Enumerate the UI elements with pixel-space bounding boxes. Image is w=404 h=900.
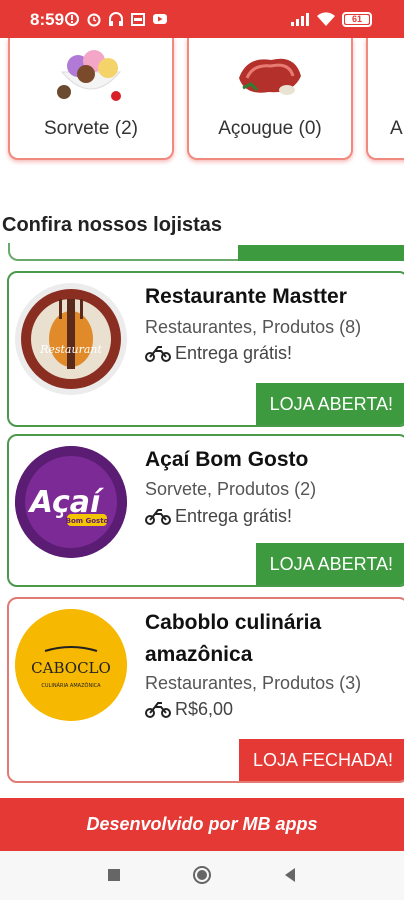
store-status-badge: LOJA FECHADA! bbox=[238, 739, 404, 781]
store-delivery-text: Entrega grátis! bbox=[175, 506, 293, 526]
store-card-partial[interactable] bbox=[8, 243, 404, 261]
store-status-badge bbox=[238, 245, 404, 261]
store-status-badge: LOJA ABERTA! bbox=[255, 543, 404, 585]
motorcycle-icon bbox=[145, 345, 171, 362]
store-delivery: Entrega grátis! bbox=[145, 506, 292, 527]
alert-badge-icon bbox=[65, 12, 79, 26]
store-delivery: Entrega grátis! bbox=[145, 343, 292, 364]
category-card-partial[interactable]: A bbox=[366, 38, 404, 160]
store-card[interactable]: Açaí Bom Gosto Açaí Bom Gosto Sorvete, P… bbox=[7, 434, 404, 587]
headphones-icon bbox=[109, 12, 123, 26]
status-time: 8:59 bbox=[30, 10, 65, 29]
category-card-acougue[interactable]: Açougue (0) bbox=[187, 38, 353, 160]
alarm-icon bbox=[87, 13, 101, 27]
store-name: Açaí Bom Gosto bbox=[145, 448, 309, 471]
store-logo-subtext: CULINÁRIA AMAZÔNICA bbox=[41, 682, 101, 689]
store-name: Restaurante Mastter bbox=[145, 285, 347, 308]
system-nav-bar bbox=[0, 851, 404, 900]
wifi-icon bbox=[317, 12, 335, 26]
footer-credits: Desenvolvido por MB apps bbox=[0, 798, 404, 851]
store-card[interactable]: Restaurant Restaurante Mastter Restauran… bbox=[7, 271, 404, 427]
store-delivery: R$6,00 bbox=[145, 699, 233, 720]
store-categories: Restaurantes, Produtos (8) bbox=[145, 317, 362, 337]
store-logo: Açaí Bom Gosto bbox=[15, 446, 127, 558]
store-status-badge: LOJA ABERTA! bbox=[255, 383, 404, 425]
meat-icon bbox=[239, 58, 301, 95]
store-logo-text: CABOCLO bbox=[31, 659, 111, 677]
store-categories: Restaurantes, Produtos (3) bbox=[145, 673, 362, 693]
motorcycle-icon bbox=[145, 701, 171, 718]
store-name: Caboblo culinária amazônica bbox=[145, 611, 322, 666]
store-logo-subtext: Bom Gosto bbox=[66, 517, 109, 525]
store-logo: Restaurant bbox=[15, 283, 127, 395]
category-carousel[interactable]: Sorvete (2) Açougue (0) A bbox=[0, 38, 404, 170]
store-logo-text: Restaurant bbox=[39, 343, 102, 356]
signal-icon bbox=[291, 13, 309, 26]
battery-level: 61 bbox=[351, 13, 362, 24]
motorcycle-icon bbox=[145, 508, 171, 525]
back-button[interactable] bbox=[280, 865, 300, 885]
category-label: Açougue (0) bbox=[218, 118, 322, 139]
category-card-sorvete[interactable]: Sorvete (2) bbox=[8, 38, 174, 160]
status-bar: 8:59 61 bbox=[0, 0, 404, 38]
store-delivery-text: Entrega grátis! bbox=[175, 343, 293, 363]
recents-button[interactable] bbox=[104, 865, 124, 885]
store-card[interactable]: CABOCLO CULINÁRIA AMAZÔNICA Caboblo culi… bbox=[7, 597, 404, 783]
category-label: A bbox=[390, 118, 403, 139]
store-logo: CABOCLO CULINÁRIA AMAZÔNICA bbox=[15, 609, 127, 721]
section-title: Confira nossos lojistas bbox=[2, 214, 223, 236]
battery-icon: 61 bbox=[342, 11, 372, 27]
youtube-icon bbox=[153, 14, 167, 24]
store-categories: Sorvete, Produtos (2) bbox=[145, 479, 317, 499]
home-button[interactable] bbox=[192, 865, 212, 885]
ice-cream-icon bbox=[57, 50, 122, 101]
calendar-icon bbox=[131, 13, 145, 26]
store-delivery-text: R$6,00 bbox=[175, 699, 234, 719]
category-label: Sorvete (2) bbox=[44, 118, 138, 139]
